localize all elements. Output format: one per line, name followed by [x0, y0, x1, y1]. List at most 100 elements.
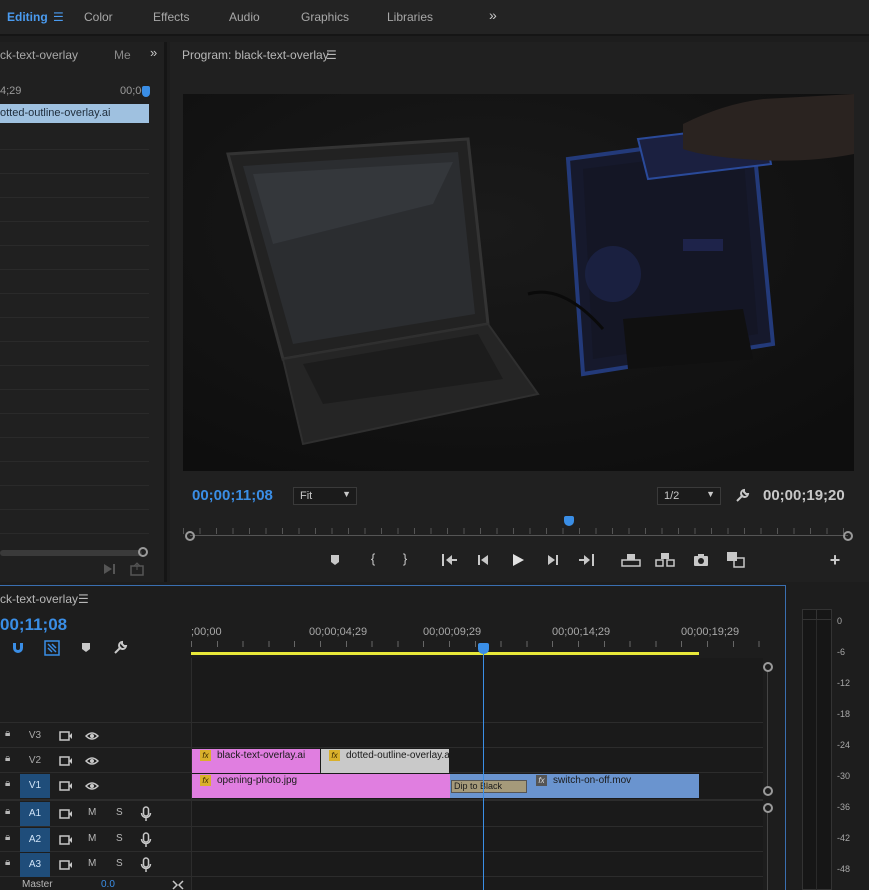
program-zoom-handle-right[interactable] [843, 531, 853, 541]
program-time-ruler[interactable] [183, 520, 853, 534]
toggle-output-icon[interactable] [59, 808, 73, 820]
program-panel-title[interactable]: Program: black-text-overlay [182, 48, 329, 62]
step-forward-icon[interactable] [546, 553, 568, 567]
chevron-right-double-icon[interactable]: » [489, 7, 497, 23]
track-label[interactable]: A3 [20, 853, 50, 877]
toggle-output-icon[interactable] [59, 755, 73, 767]
timeline-playhead-line[interactable] [483, 643, 484, 890]
wrench-icon[interactable] [112, 640, 128, 656]
scroll-handle-audio[interactable] [763, 803, 773, 813]
meter-peak-indicators[interactable] [803, 610, 831, 620]
play-icon[interactable] [510, 552, 532, 568]
marker-icon[interactable] [80, 642, 92, 654]
toggle-output-icon[interactable] [59, 834, 73, 846]
tab-color[interactable]: Color [84, 10, 113, 24]
marker-icon[interactable] [328, 553, 350, 567]
tab-graphics[interactable]: Graphics [301, 10, 349, 24]
audio-track-scrollbar[interactable] [767, 809, 768, 890]
timeline-title[interactable]: ck-text-overlay [0, 592, 78, 606]
solo-button[interactable]: S [116, 833, 123, 844]
plus-icon[interactable]: + [824, 550, 846, 571]
lock-icon[interactable]: 🔒︎ [5, 778, 10, 789]
scroll-handle-top[interactable] [763, 662, 773, 672]
tab-libraries[interactable]: Libraries [387, 10, 433, 24]
export-frame-icon[interactable] [129, 562, 145, 576]
lock-icon[interactable]: 🔒︎ [5, 857, 10, 868]
chevron-right-double-icon[interactable]: » [150, 45, 157, 60]
toggle-output-icon[interactable] [59, 780, 73, 792]
program-current-timecode[interactable]: 00;00;11;08 [192, 487, 273, 504]
wrench-icon[interactable] [734, 488, 750, 504]
solo-button[interactable]: S [116, 807, 123, 818]
track-label[interactable]: A2 [20, 828, 50, 852]
track-header-master[interactable]: Master 0.0 [0, 879, 191, 890]
track-header-a2[interactable]: 🔒︎ A2 M S [0, 828, 191, 852]
go-to-out-icon[interactable] [578, 553, 600, 567]
zoom-select[interactable]: Fit ▼ [293, 487, 357, 505]
source-playhead[interactable] [142, 86, 150, 97]
track-label[interactable]: A1 [20, 802, 50, 826]
track-label[interactable]: V3 [20, 724, 50, 748]
mic-icon[interactable] [140, 832, 152, 848]
timeline-timecode[interactable]: 00;11;08 [0, 615, 67, 635]
camera-icon[interactable] [693, 553, 715, 567]
source-scroll-handle[interactable] [138, 547, 148, 557]
insert-icon[interactable] [102, 562, 118, 576]
program-zoom-handle-left[interactable] [185, 531, 195, 541]
mark-out-icon[interactable]: } [394, 551, 416, 566]
mark-in-icon[interactable]: { [362, 551, 384, 566]
track-header-v2[interactable]: 🔒︎ V2 [0, 749, 191, 773]
compare-icon[interactable] [726, 551, 748, 569]
source-clip[interactable]: otted-outline-overlay.ai [0, 104, 149, 123]
resolution-select[interactable]: 1/2 ▼ [657, 487, 721, 505]
mic-icon[interactable] [140, 806, 152, 822]
timeline-playhead[interactable] [478, 643, 489, 654]
tab-editing[interactable]: Editing [7, 10, 48, 24]
tab-audio[interactable]: Audio [229, 10, 260, 24]
source-panel-title[interactable]: ck-text-overlay [0, 48, 78, 62]
hamburger-icon[interactable]: ☰ [53, 10, 64, 24]
hamburger-icon[interactable]: ☰ [326, 48, 337, 62]
eye-icon[interactable] [85, 730, 99, 742]
eye-icon[interactable] [85, 755, 99, 767]
go-to-in-icon[interactable] [440, 553, 462, 567]
source-panel-tab-2[interactable]: Me [114, 48, 131, 62]
snap-icon[interactable] [11, 641, 25, 655]
hamburger-icon[interactable]: ☰ [78, 592, 89, 606]
program-video-frame[interactable] [183, 94, 854, 471]
mute-button[interactable]: M [88, 807, 96, 818]
extract-icon[interactable] [655, 552, 677, 568]
lock-icon[interactable]: 🔒︎ [5, 728, 10, 739]
source-scrollbar[interactable] [0, 550, 142, 556]
track-header-v1[interactable]: 🔒︎ V1 [0, 774, 191, 798]
master-volume-value[interactable]: 0.0 [101, 879, 115, 890]
timeline-ruler[interactable]: ;00;00 00;00;04;29 00;00;09;29 00;00;14;… [191, 621, 763, 655]
linked-selection-icon[interactable] [44, 640, 60, 656]
step-back-icon[interactable] [476, 553, 498, 567]
lock-icon[interactable]: 🔒︎ [5, 753, 10, 764]
program-zoom-bar[interactable] [190, 535, 848, 536]
source-ruler[interactable]: 4;29 00;00 [0, 82, 150, 100]
track-label[interactable]: V1 [20, 774, 50, 798]
lock-icon[interactable]: 🔒︎ [5, 806, 10, 817]
track-label[interactable]: V2 [20, 749, 50, 773]
lock-icon[interactable]: 🔒︎ [5, 832, 10, 843]
clip-opening-photo[interactable]: fx opening-photo.jpg [192, 774, 450, 798]
eye-icon[interactable] [85, 780, 99, 792]
program-playhead[interactable] [563, 516, 574, 526]
work-area-bar[interactable] [191, 652, 699, 655]
transition-dip-to-black[interactable]: Dip to Black [451, 780, 527, 793]
track-header-a1[interactable]: 🔒︎ A1 M S [0, 802, 191, 826]
toggle-output-icon[interactable] [59, 730, 73, 742]
lift-icon[interactable] [621, 552, 643, 568]
clip-dotted-outline-overlay[interactable]: fx dotted-outline-overlay.ai [321, 749, 449, 773]
clip-black-text-overlay[interactable]: fx black-text-overlay.ai [192, 749, 320, 773]
solo-button[interactable]: S [116, 858, 123, 869]
tab-effects[interactable]: Effects [153, 10, 189, 24]
mute-button[interactable]: M [88, 833, 96, 844]
video-track-scrollbar[interactable] [767, 662, 768, 790]
mic-icon[interactable] [140, 857, 152, 873]
track-header-a3[interactable]: 🔒︎ A3 M S [0, 853, 191, 877]
toggle-output-icon[interactable] [59, 859, 73, 871]
mute-button[interactable]: M [88, 858, 96, 869]
